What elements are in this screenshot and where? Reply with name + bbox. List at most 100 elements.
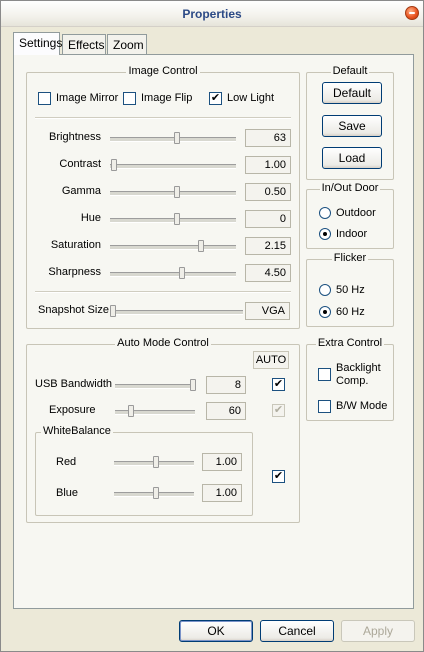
tab-settings[interactable]: Settings xyxy=(13,32,62,55)
outdoor-radio[interactable] xyxy=(319,207,331,219)
image-flip-checkbox[interactable] xyxy=(123,92,136,105)
blue-slider[interactable] xyxy=(114,487,194,499)
extra-control-group: Extra Control Backlight Comp. B/W Mode xyxy=(306,337,394,421)
tab-zoom[interactable]: Zoom xyxy=(107,34,147,54)
whitebalance-group: WhiteBalance Red 1.00 Blue 1.00 xyxy=(35,425,253,516)
snapshot-size-value: VGA xyxy=(245,302,290,320)
slider-thumb[interactable] xyxy=(189,379,196,391)
check-icon: ✔ xyxy=(273,470,284,482)
image-mirror-label: Image Mirror xyxy=(56,92,119,104)
close-icon[interactable] xyxy=(405,6,419,20)
divider xyxy=(35,117,291,119)
low-light-checkbox[interactable]: ✔ xyxy=(209,92,222,105)
slider-thumb[interactable] xyxy=(109,305,116,317)
contrast-label: Contrast xyxy=(59,158,101,170)
brightness-label: Brightness xyxy=(49,131,101,143)
inout-door-title: In/Out Door xyxy=(319,182,381,194)
saturation-slider[interactable] xyxy=(110,240,236,252)
whitebalance-auto-checkbox[interactable]: ✔ xyxy=(272,470,285,483)
usb-auto-checkbox[interactable]: ✔ xyxy=(272,378,285,391)
indoor-label: Indoor xyxy=(336,228,368,240)
image-control-title: Image Control xyxy=(126,65,200,77)
saturation-value: 2.15 xyxy=(245,237,291,255)
exposure-label: Exposure xyxy=(49,404,96,416)
slider-thumb[interactable] xyxy=(152,487,159,499)
title-bar[interactable]: Properties xyxy=(1,1,423,27)
inout-door-group: In/Out Door Outdoor Indoor xyxy=(306,182,394,249)
exposure-auto-checkbox[interactable]: ✔ xyxy=(272,404,285,417)
contrast-value: 1.00 xyxy=(245,156,291,174)
flicker-title: Flicker xyxy=(331,252,369,264)
default-group-title: Default xyxy=(330,65,370,77)
slider-thumb[interactable] xyxy=(110,159,117,171)
sharpness-value: 4.50 xyxy=(245,264,291,282)
sharpness-slider[interactable] xyxy=(110,267,236,279)
tab-effects[interactable]: Effects xyxy=(62,34,106,54)
outdoor-label: Outdoor xyxy=(336,207,376,219)
whitebalance-title: WhiteBalance xyxy=(41,425,113,437)
low-light-label: Low Light xyxy=(227,92,275,104)
slider-thumb[interactable] xyxy=(173,213,180,225)
contrast-slider[interactable] xyxy=(110,159,236,171)
auto-mode-title: Auto Mode Control xyxy=(115,337,211,349)
backlight-comp-checkbox[interactable] xyxy=(318,368,331,381)
check-icon: ✔ xyxy=(273,404,284,416)
red-label: Red xyxy=(56,456,77,468)
slider-thumb[interactable] xyxy=(128,405,134,417)
ok-button[interactable]: OK xyxy=(179,620,253,642)
auto-mode-group: Auto Mode Control AUTO USB Bandwidth 8 ✔… xyxy=(26,337,300,523)
slider-thumb[interactable] xyxy=(197,240,204,252)
snapshot-size-label: Snapshot Size xyxy=(38,304,109,316)
usb-bandwidth-slider[interactable] xyxy=(115,379,196,391)
extra-control-title: Extra Control xyxy=(315,337,385,349)
bw-mode-checkbox[interactable] xyxy=(318,400,331,413)
hue-slider[interactable] xyxy=(110,213,236,225)
hue-label: Hue xyxy=(80,212,101,224)
comp-label: Comp. xyxy=(336,375,369,387)
slider-thumb[interactable] xyxy=(173,132,180,144)
default-button[interactable]: Default xyxy=(322,82,382,104)
default-group: Default Default Save Load xyxy=(306,65,394,180)
check-icon: ✔ xyxy=(273,378,284,390)
exposure-value: 60 xyxy=(206,402,246,420)
window-title: Properties xyxy=(182,7,242,21)
backlight-label: Backlight xyxy=(336,362,381,374)
gamma-value: 0.50 xyxy=(245,183,291,201)
slider-thumb[interactable] xyxy=(173,186,180,198)
slider-thumb[interactable] xyxy=(152,456,159,468)
apply-button[interactable]: Apply xyxy=(341,620,415,642)
50hz-radio[interactable] xyxy=(319,284,331,296)
save-button[interactable]: Save xyxy=(322,115,382,137)
saturation-label: Saturation xyxy=(50,239,101,251)
gamma-slider[interactable] xyxy=(110,186,236,198)
image-flip-label: Image Flip xyxy=(141,92,193,104)
50hz-label: 50 Hz xyxy=(336,284,365,296)
60hz-radio[interactable] xyxy=(319,306,331,318)
blue-label: Blue xyxy=(56,487,79,499)
snapshot-size-slider[interactable] xyxy=(109,305,243,317)
image-control-group: Image Control Image Mirror Image Flip ✔ … xyxy=(26,65,300,329)
brightness-slider[interactable] xyxy=(110,132,236,144)
slider-thumb[interactable] xyxy=(178,267,185,279)
usb-bandwidth-value: 8 xyxy=(206,376,246,394)
red-slider[interactable] xyxy=(114,456,194,468)
cancel-button[interactable]: Cancel xyxy=(260,620,334,642)
bw-mode-label: B/W Mode xyxy=(336,400,388,412)
60hz-label: 60 Hz xyxy=(336,306,365,318)
usb-bandwidth-label: USB Bandwidth xyxy=(35,378,113,390)
exposure-slider[interactable] xyxy=(115,405,195,417)
auto-header: AUTO xyxy=(253,351,289,369)
blue-value: 1.00 xyxy=(202,484,242,502)
sharpness-label: Sharpness xyxy=(48,266,101,278)
load-button[interactable]: Load xyxy=(322,147,382,169)
brightness-value: 63 xyxy=(245,129,291,147)
hue-value: 0 xyxy=(245,210,291,228)
indoor-radio[interactable] xyxy=(319,228,331,240)
flicker-group: Flicker 50 Hz 60 Hz xyxy=(306,252,394,327)
divider xyxy=(35,291,291,293)
settings-panel: Image Control Image Mirror Image Flip ✔ … xyxy=(13,54,414,609)
check-icon: ✔ xyxy=(210,92,221,104)
gamma-label: Gamma xyxy=(61,185,101,197)
red-value: 1.00 xyxy=(202,453,242,471)
image-mirror-checkbox[interactable] xyxy=(38,92,51,105)
